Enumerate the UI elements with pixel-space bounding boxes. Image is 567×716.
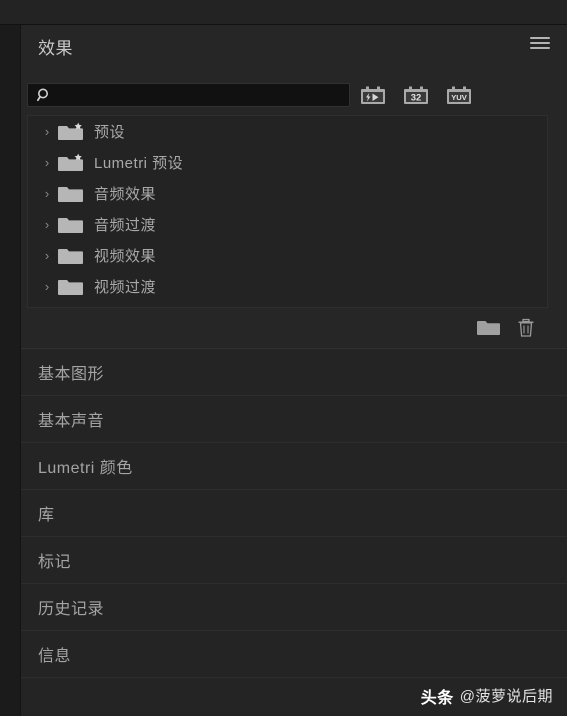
watermark: 头条 @菠萝说后期 bbox=[21, 677, 567, 713]
tree-item-label: 音频过渡 bbox=[94, 217, 157, 234]
tree-row[interactable]: › 视频过渡 bbox=[28, 271, 547, 302]
folder-icon bbox=[58, 246, 84, 266]
panel-row-essential-graphics[interactable]: 基本图形 bbox=[21, 348, 567, 395]
folder-star-icon bbox=[58, 122, 84, 142]
panel-row-history[interactable]: 历史记录 bbox=[21, 583, 567, 630]
tree-item-label: 音频效果 bbox=[94, 186, 157, 203]
hamburger-menu-icon[interactable] bbox=[530, 37, 550, 53]
chevron-right-icon[interactable]: › bbox=[36, 218, 58, 231]
menu-line bbox=[530, 37, 550, 39]
panel-row-info[interactable]: 信息 bbox=[21, 630, 567, 677]
panel-row-label: 库 bbox=[38, 507, 55, 524]
panel-row-label: Lumetri 颜色 bbox=[38, 460, 133, 477]
panel-row-label: 基本声音 bbox=[38, 413, 105, 430]
chevron-right-icon[interactable]: › bbox=[36, 156, 58, 169]
panel-row-markers[interactable]: 标记 bbox=[21, 536, 567, 583]
tree-row[interactable]: › 预设 bbox=[28, 116, 547, 147]
effects-tree-toolbar bbox=[27, 309, 567, 347]
panel-row-lumetri-color[interactable]: Lumetri 颜色 bbox=[21, 442, 567, 489]
panel-row-label: 历史记录 bbox=[38, 601, 105, 618]
chevron-right-icon[interactable]: › bbox=[36, 280, 58, 293]
menu-line bbox=[530, 47, 550, 49]
tree-item-label: 预设 bbox=[94, 124, 126, 141]
tree-row[interactable]: › Lumetri 预设 bbox=[28, 147, 547, 178]
collapsed-panel-list: 基本图形 基本声音 Lumetri 颜色 库 标记 历史记录 信息 头条 @菠萝… bbox=[21, 348, 567, 716]
effects-tree: › 预设 › Lumetri 预设 › 音频效果 › 音频过渡 › 视频效果 ›… bbox=[27, 115, 548, 308]
folder-icon bbox=[58, 215, 84, 235]
folder-star-icon bbox=[58, 153, 84, 173]
svg-text:YUV: YUV bbox=[451, 93, 468, 102]
panel-row-libraries[interactable]: 库 bbox=[21, 489, 567, 536]
search-icon bbox=[36, 88, 52, 103]
watermark-brand: 头条 bbox=[420, 689, 454, 707]
window-top-strip bbox=[0, 0, 567, 25]
accelerated-effects-icon[interactable] bbox=[359, 81, 387, 108]
tree-item-label: Lumetri 预设 bbox=[94, 155, 184, 172]
folder-icon bbox=[58, 277, 84, 297]
folder-icon bbox=[58, 184, 84, 204]
tree-row[interactable]: › 音频过渡 bbox=[28, 209, 547, 240]
chevron-right-icon[interactable]: › bbox=[36, 125, 58, 138]
filter-buttons: 32 YUV bbox=[359, 81, 473, 108]
yuv-color-icon[interactable]: YUV bbox=[445, 81, 473, 108]
svg-text:32: 32 bbox=[411, 92, 422, 103]
search-input[interactable] bbox=[58, 84, 345, 108]
effects-panel-header: 效果 bbox=[21, 25, 567, 63]
effects-panel: 效果 32 YUV › 预设 › Lumetri 预设 › 音频效果 › 音频过… bbox=[21, 25, 567, 348]
new-folder-icon[interactable] bbox=[477, 318, 500, 338]
tree-row[interactable]: › 音频效果 bbox=[28, 178, 547, 209]
panel-row-label: 信息 bbox=[38, 648, 72, 665]
premiere-effects-panel-window: 效果 32 YUV › 预设 › Lumetri 预设 › 音频效果 › 音频过… bbox=[0, 0, 567, 716]
chevron-right-icon[interactable]: › bbox=[36, 249, 58, 262]
tree-item-label: 视频过渡 bbox=[94, 279, 157, 296]
tree-item-label: 视频效果 bbox=[94, 248, 157, 265]
chevron-right-icon[interactable]: › bbox=[36, 187, 58, 200]
panel-title: 效果 bbox=[38, 39, 73, 58]
menu-line bbox=[530, 42, 550, 44]
watermark-handle: @菠萝说后期 bbox=[459, 688, 553, 705]
32-bit-color-icon[interactable]: 32 bbox=[402, 81, 430, 108]
tree-row[interactable]: › 视频效果 bbox=[28, 240, 547, 271]
search-row: 32 YUV bbox=[21, 81, 567, 111]
trash-icon[interactable] bbox=[517, 318, 539, 338]
panel-row-label: 标记 bbox=[38, 554, 72, 571]
left-gutter bbox=[0, 25, 21, 716]
panel-row-label: 基本图形 bbox=[38, 366, 105, 383]
search-box[interactable] bbox=[27, 83, 350, 108]
panel-row-essential-sound[interactable]: 基本声音 bbox=[21, 395, 567, 442]
